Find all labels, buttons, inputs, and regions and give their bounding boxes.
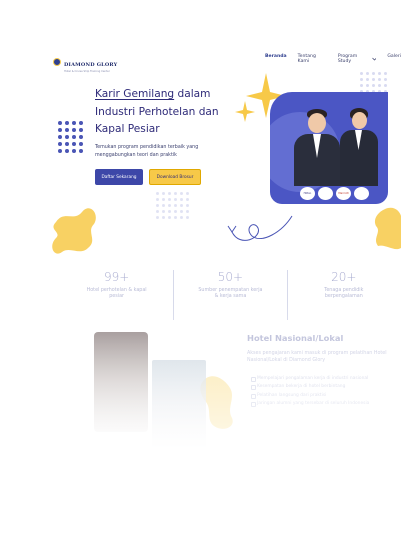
nav-link-beranda[interactable]: Beranda xyxy=(265,54,287,64)
brand-logo[interactable]: DIAMOND GLORY Hotel & Cruise Ship Traini… xyxy=(53,51,117,73)
nav-link-program-study-label: Program Study xyxy=(337,54,358,64)
section-title: Hotel Nasional/Lokal xyxy=(247,333,344,343)
logo-subtext: Hotel & Cruise Ship Training Center xyxy=(64,70,110,73)
hero-title-line1-rest: dalam xyxy=(174,88,211,100)
hero-woman-figure xyxy=(340,108,378,186)
stat-label: Tenaga pendidik berpengalaman xyxy=(324,288,364,299)
stat-item: 20+ Tenaga pendidik berpengalaman xyxy=(286,270,400,320)
list-item: Jaringan alumni yang tersebar di seluruh… xyxy=(251,401,396,408)
stat-number: 20+ xyxy=(331,270,357,284)
stat-label: Sumber penempatan kerja & kerja sama xyxy=(198,288,263,299)
partner-logo-marriott: Marriott xyxy=(336,187,351,200)
partner-logo-emblem xyxy=(318,187,333,200)
nav-link-galeri[interactable]: Galeri xyxy=(387,54,401,64)
list-item: Pelatihan langsung dari praktisi xyxy=(251,393,396,400)
section-feature-list: Mempelajari pengalaman kerja di industri… xyxy=(251,376,396,410)
register-now-button[interactable]: Daftar Sekarang xyxy=(95,169,143,185)
stat-number: 50+ xyxy=(217,270,244,284)
section-description: Akses pengajaran kami masuk di program p… xyxy=(247,351,387,363)
logo-wordmark: DIAMOND GLORY Hotel & Cruise Ship Traini… xyxy=(64,51,117,73)
hotel-palm-image xyxy=(152,360,206,450)
curved-arrow-icon xyxy=(231,215,293,241)
stat-item: 99+ Hotel perhotelan & kapal pesiar xyxy=(60,270,173,320)
hero-title-line3: Kapal Pesiar xyxy=(95,123,160,135)
hero-image-card: Hilton Marriott xyxy=(270,92,388,204)
logo-emblem-icon xyxy=(53,58,61,66)
wave-blob-left xyxy=(52,208,96,254)
stat-number: 99+ xyxy=(103,270,130,284)
top-navigation: DIAMOND GLORY Hotel & Cruise Ship Traini… xyxy=(0,44,401,74)
hero-subtitle: Temukan program pendidikan terbaik yang … xyxy=(95,145,199,158)
nav-link-tentang-kami[interactable]: Tentang Kami xyxy=(298,54,327,64)
stat-item: 50+ Sumber penempatan kerja & kerja sama xyxy=(173,270,286,320)
hotel-building-image xyxy=(94,332,148,432)
hero-title-line2: Industri Perhotelan dan xyxy=(95,105,219,118)
nav-link-program-study[interactable]: Program Study xyxy=(338,54,377,64)
list-item: Mempelajari pengalaman kerja di industri… xyxy=(251,376,396,383)
logo-text: DIAMOND GLORY xyxy=(64,62,118,68)
partner-logos: Hilton Marriott xyxy=(300,187,369,200)
wave-blob-right xyxy=(375,207,401,250)
download-brochure-button[interactable]: Download Brosur xyxy=(149,169,201,185)
partner-logo-hilton: Hilton xyxy=(300,187,315,200)
partner-logo-cruise xyxy=(354,187,369,200)
dot-pattern-middle xyxy=(156,192,189,219)
hero-title-highlight: Karir Gemilang xyxy=(95,88,175,100)
hero-title: Karir Gemilang dalam Industri Perhotelan… xyxy=(95,86,245,139)
chevron-down-icon xyxy=(371,57,377,61)
hero-man-figure xyxy=(294,109,340,186)
nav-links: Beranda Tentang Kami Program Study Galer… xyxy=(265,54,401,64)
dot-pattern-left xyxy=(58,121,83,153)
list-item: Kesempatan bekerja di hotel berbintang xyxy=(251,384,396,391)
stat-label: Hotel perhotelan & kapal pesiar xyxy=(86,288,147,299)
stats-section: 99+ Hotel perhotelan & kapal pesiar 50+ … xyxy=(60,270,400,320)
